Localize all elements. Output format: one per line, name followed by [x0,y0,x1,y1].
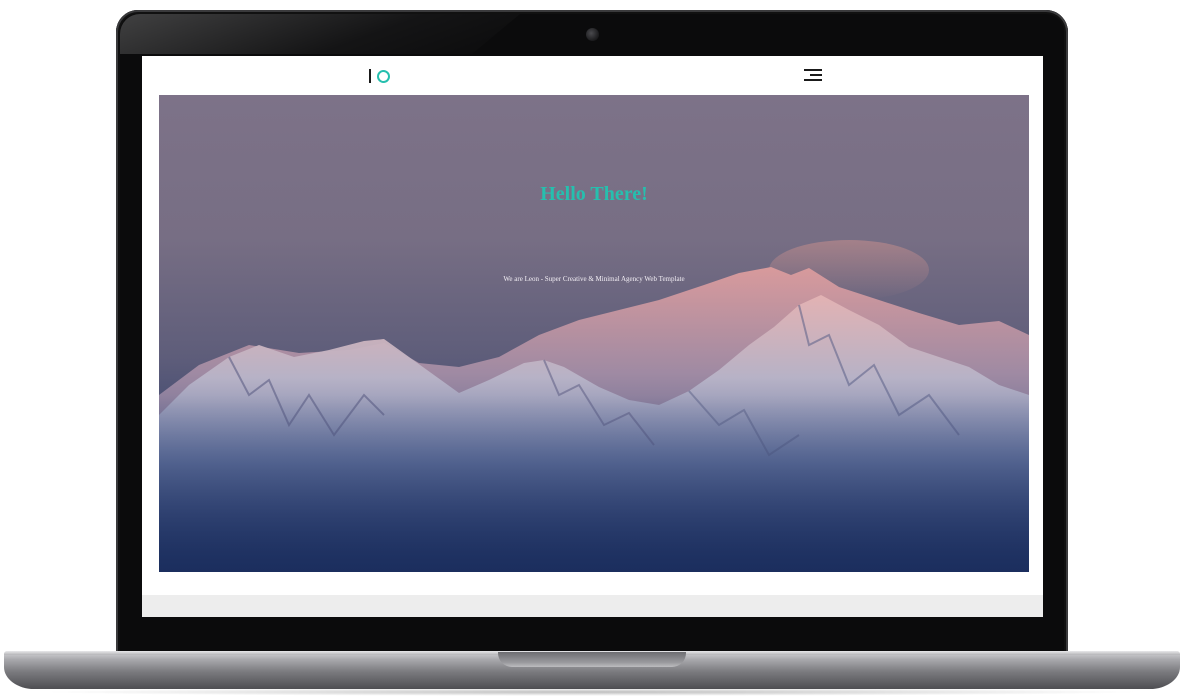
menu-line [804,69,822,71]
laptop-mockup: Hello There! We are Leon - Super Creativ… [0,0,1184,698]
menu-line [804,79,822,81]
menu-line [810,74,822,76]
hero-section: Hello There! We are Leon - Super Creativ… [159,95,1029,572]
site-header [142,56,1043,95]
laptop-shadow [40,688,1144,696]
logo-bar [369,69,371,83]
lid-glare [120,14,520,54]
mountain-illustration [159,240,1029,572]
camera-icon [586,28,599,41]
io-logo-icon[interactable] [369,68,390,84]
laptop-screen: Hello There! We are Leon - Super Creativ… [142,56,1043,617]
next-section-strip [142,595,1043,617]
laptop-notch [498,652,686,667]
hero-title: Hello There! [540,183,648,205]
hamburger-menu-icon[interactable] [802,67,822,83]
logo-ring [377,69,390,83]
hero-subtitle: We are Leon - Super Creative & Minimal A… [503,275,685,283]
